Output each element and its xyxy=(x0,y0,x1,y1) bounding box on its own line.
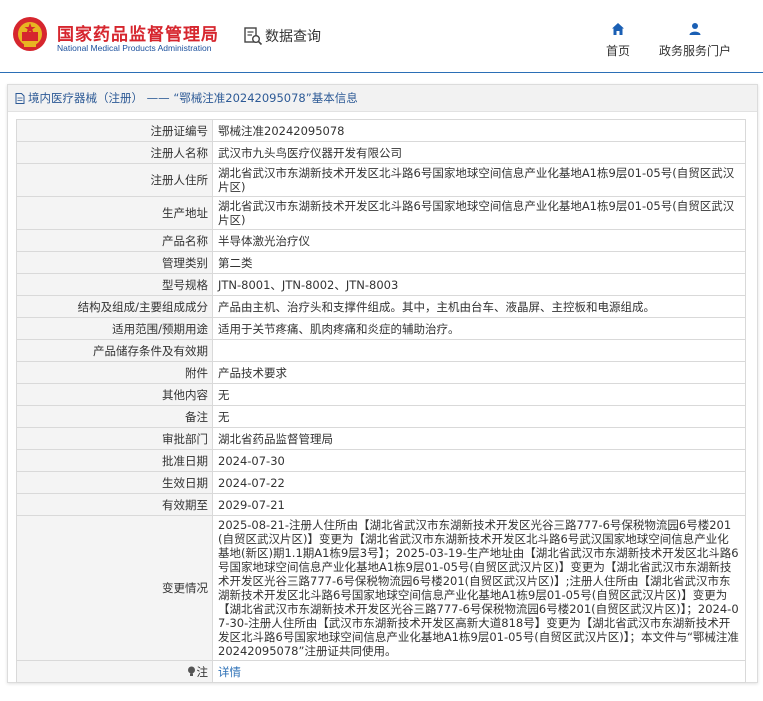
user-icon xyxy=(689,23,701,35)
table-row: 生效日期 2024-07-22 xyxy=(16,471,746,494)
registration-info-table: 注册证编号 鄂械注准20242095078 注册人名称 武汉市九头鸟医疗仪器开发有限公… xyxy=(16,119,746,683)
field-label: 变更情况 xyxy=(16,515,213,661)
table-row: 注册证编号 鄂械注准20242095078 xyxy=(16,119,746,142)
table-row: 生产地址 湖北省武汉市东湖新技术开发区北斗路6号国家地球空间信息产业化基地A1栋9… xyxy=(16,196,746,230)
field-value: 产品技术要求 xyxy=(212,361,746,384)
field-value: 2025-08-21-注册人住所由【湖北省武汉市东湖新技术开发区光谷三路777-… xyxy=(212,515,746,661)
field-label: 备注 xyxy=(16,405,213,428)
field-value: 无 xyxy=(212,383,746,406)
field-value: 2024-07-30 xyxy=(212,449,746,472)
field-label: 生产地址 xyxy=(16,196,213,230)
table-row: 产品储存条件及有效期 xyxy=(16,339,746,362)
breadcrumb: 境内医疗器械（注册） —— “鄂械注准20242095078”基本信息 xyxy=(8,85,757,112)
note-label: 注 xyxy=(16,660,213,683)
field-label: 产品储存条件及有效期 xyxy=(16,339,213,362)
field-label: 产品名称 xyxy=(16,229,213,252)
table-row: 有效期至 2029-07-21 xyxy=(16,493,746,516)
field-label: 批准日期 xyxy=(16,449,213,472)
table-row: 批准日期 2024-07-30 xyxy=(16,449,746,472)
data-search-icon xyxy=(244,27,263,46)
field-label: 结构及组成/主要组成成分 xyxy=(16,295,213,318)
nav-home[interactable]: 首页 xyxy=(598,22,638,59)
nav-service-portal-label: 政务服务门户 xyxy=(658,44,731,58)
data-query-link[interactable]: 数据查询 xyxy=(243,26,321,46)
table-row: 型号规格 JTN-8001、JTN-8002、JTN-8003 xyxy=(16,273,746,296)
table-row: 注册人名称 武汉市九头鸟医疗仪器开发有限公司 xyxy=(16,141,746,164)
detail-panel: 境内医疗器械（注册） —— “鄂械注准20242095078”基本信息 注册证编… xyxy=(7,84,758,683)
lightbulb-icon xyxy=(187,666,195,676)
field-value: JTN-8001、JTN-8002、JTN-8003 xyxy=(212,273,746,296)
field-value: 2024-07-22 xyxy=(212,471,746,494)
field-value: 武汉市九头鸟医疗仪器开发有限公司 xyxy=(212,141,746,164)
field-label: 管理类别 xyxy=(16,251,213,274)
table-row: 附件 产品技术要求 xyxy=(16,361,746,384)
field-value: 湖北省药品监督管理局 xyxy=(212,427,746,450)
field-label: 审批部门 xyxy=(16,427,213,450)
table-row: 适用范围/预期用途 适用于关节疼痛、肌肉疼痛和炎症的辅助治疗。 xyxy=(16,317,746,340)
table-row: 其他内容无 xyxy=(16,383,746,406)
field-value: 湖北省武汉市东湖新技术开发区北斗路6号国家地球空间信息产业化基地A1栋9层01-… xyxy=(212,196,746,230)
field-label: 型号规格 xyxy=(16,273,213,296)
field-value xyxy=(212,339,746,362)
field-label: 注册证编号 xyxy=(16,119,213,142)
field-label: 附件 xyxy=(16,361,213,384)
nav-service-portal[interactable]: 政务服务门户 xyxy=(652,22,738,59)
breadcrumb-current: “鄂械注准20242095078”基本信息 xyxy=(173,91,358,105)
field-label: 注册人名称 xyxy=(16,141,213,164)
field-value: 无 xyxy=(212,405,746,428)
note-value: 详情 xyxy=(212,660,746,683)
home-icon xyxy=(612,23,624,35)
field-value: 鄂械注准20242095078 xyxy=(212,119,746,142)
field-value: 产品由主机、治疗头和支撑件组成。其中，主机由台车、液晶屏、主控板和电源组成。 xyxy=(212,295,746,318)
field-value: 半导体激光治疗仪 xyxy=(212,229,746,252)
field-label: 适用范围/预期用途 xyxy=(16,317,213,340)
agency-name-en[interactable]: National Medical Products Administration xyxy=(57,43,212,53)
note-row: 注详情 xyxy=(16,660,746,683)
table-row: 变更情况 2025-08-21-注册人住所由【湖北省武汉市东湖新技术开发区光谷三路… xyxy=(16,515,746,661)
nav-home-label: 首页 xyxy=(605,44,630,58)
field-label: 生效日期 xyxy=(16,471,213,494)
field-label: 有效期至 xyxy=(16,493,213,516)
table-row: 产品名称 半导体激光治疗仪 xyxy=(16,229,746,252)
field-value: 适用于关节疼痛、肌肉疼痛和炎症的辅助治疗。 xyxy=(212,317,746,340)
table-row: 备注无 xyxy=(16,405,746,428)
field-value: 第二类 xyxy=(212,251,746,274)
table-row: 注册人住所 湖北省武汉市东湖新技术开发区北斗路6号国家地球空间信息产业化基地A1栋… xyxy=(16,163,746,197)
agency-name-cn[interactable]: 国家药品监督管理局 xyxy=(57,20,219,45)
table-row: 结构及组成/主要组成成分 产品由主机、治疗头和支撑件组成。其中，主机由台车、液晶屏… xyxy=(16,295,746,318)
field-label: 其他内容 xyxy=(16,383,213,406)
field-value: 湖北省武汉市东湖新技术开发区北斗路6号国家地球空间信息产业化基地A1栋9层01-… xyxy=(212,163,746,197)
field-value: 2029-07-21 xyxy=(212,493,746,516)
data-query-label: 数据查询 xyxy=(265,29,321,45)
breadcrumb-separator: —— xyxy=(146,91,170,105)
field-label: 注册人住所 xyxy=(16,163,213,197)
document-icon xyxy=(15,92,25,104)
details-link[interactable]: 详情 xyxy=(218,665,241,679)
breadcrumb-section-link[interactable]: 境内医疗器械（注册） xyxy=(28,90,143,106)
national-emblem-logo[interactable] xyxy=(12,14,48,54)
table-row: 管理类别 第二类 xyxy=(16,251,746,274)
site-header: 国家药品监督管理局 National Medical Products Admi… xyxy=(0,0,763,73)
table-row: 审批部门 湖北省药品监督管理局 xyxy=(16,427,746,450)
note-label-text: 注 xyxy=(196,664,209,679)
